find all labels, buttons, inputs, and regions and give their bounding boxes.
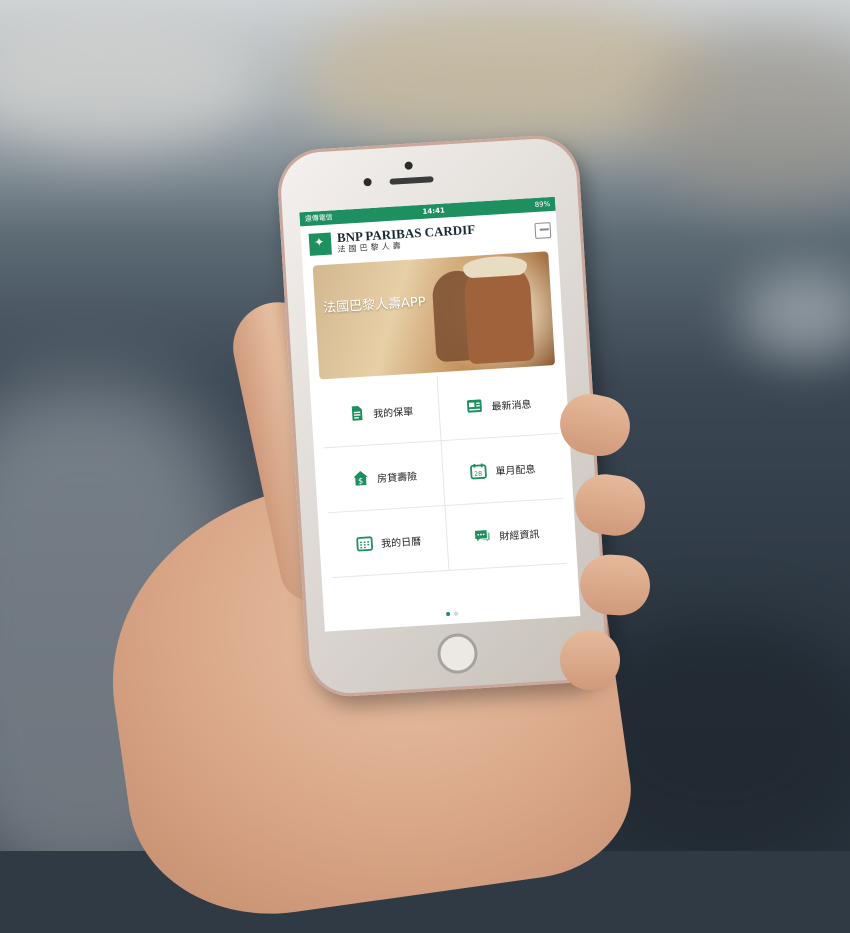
hand-finger — [560, 630, 620, 690]
app-screen: 遠傳電信 14:41 89% ✦ BNP PARIBAS CARDIF 法國巴黎… — [299, 196, 581, 632]
blurred-light-spot — [740, 270, 850, 360]
home-button[interactable] — [436, 632, 479, 675]
promo-banner[interactable]: 法國巴黎人壽APP — [312, 251, 556, 380]
carrier-label: 遠傳電信 — [304, 213, 333, 224]
svg-text:28: 28 — [474, 471, 482, 478]
menu-my-policy[interactable]: 我的保單 — [319, 376, 442, 449]
menu-label: 最新消息 — [491, 399, 532, 413]
menu-label: 財經資訊 — [499, 528, 540, 543]
menu-label: 我的保單 — [372, 406, 414, 420]
document-icon — [351, 405, 363, 421]
menu-label: 我的日曆 — [380, 536, 422, 550]
menu-monthly-dividend[interactable]: 28 單月配息 — [441, 433, 564, 507]
logout-icon[interactable] — [534, 222, 552, 240]
page-dot-active[interactable] — [445, 611, 451, 617]
menu-my-calendar[interactable]: 我的日曆 — [327, 506, 450, 579]
menu-label: 房貸壽險 — [376, 471, 418, 485]
banner-title: 法國巴黎人壽APP — [322, 294, 427, 317]
status-time: 14:41 — [422, 206, 446, 216]
menu-label: 單月配息 — [495, 463, 536, 478]
page-dot[interactable] — [453, 611, 459, 616]
front-camera — [404, 161, 413, 170]
house-dollar-icon: $ — [352, 470, 368, 486]
blurred-car-left — [0, 10, 260, 150]
chat-icon — [474, 530, 490, 542]
calendar-grid-icon — [355, 536, 373, 552]
battery-label: 89% — [534, 200, 551, 210]
menu-grid: 我的保單 最新消息 $ 房貸壽險 28 單月配息 我的日曆 財經資訊 — [319, 369, 568, 579]
menu-mortgage-insurance[interactable]: $ 房貸壽險 — [323, 441, 446, 514]
earpiece-speaker — [389, 176, 434, 185]
brand-block: BNP PARIBAS CARDIF 法國巴黎人壽 — [336, 221, 477, 254]
svg-text:$: $ — [357, 475, 363, 485]
menu-latest-news[interactable]: 最新消息 — [437, 369, 560, 442]
page-indicator[interactable] — [324, 604, 580, 624]
calendar-28-icon: 28 — [470, 463, 487, 480]
news-icon — [466, 399, 482, 413]
proximity-sensor — [363, 177, 372, 187]
menu-finance-info[interactable]: 財經資訊 — [445, 498, 568, 571]
brand-logo-icon: ✦ — [308, 232, 332, 256]
